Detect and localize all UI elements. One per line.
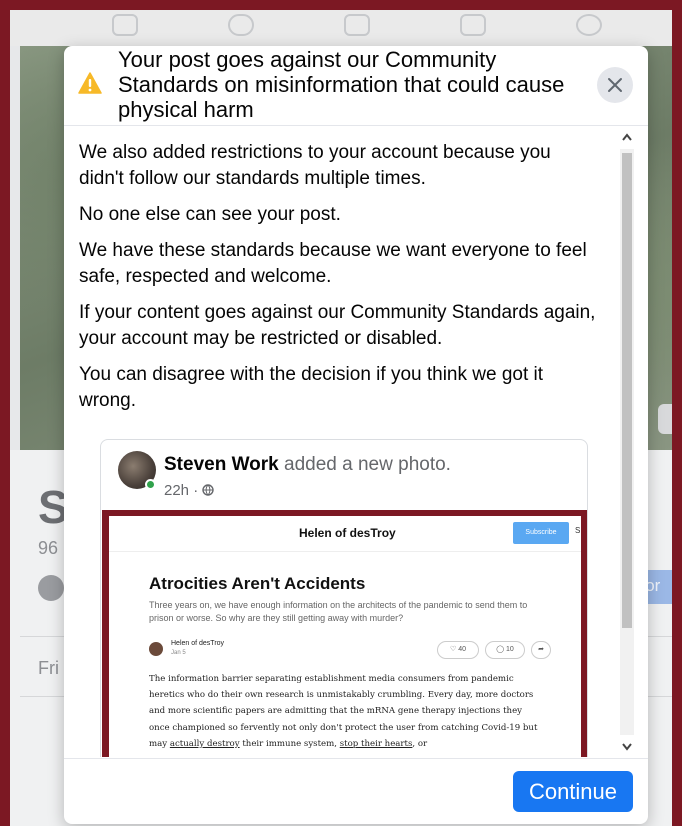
heart-icon: ♡ [449,646,457,653]
article-like-button: ♡ 40 [437,641,479,659]
post-preview: Steven Work added a new photo. 22h · Hel… [100,439,588,757]
page-frame-right [672,0,682,826]
comment-icon: ◯ [496,646,505,653]
article-author-avatar [149,642,163,656]
article-edge-letter: S [575,526,581,535]
friends-icon [228,14,254,36]
article-comment-button: ◯ 10 [485,641,525,659]
close-button[interactable] [597,67,633,103]
friend-avatar [38,575,64,601]
dialog-footer: Continue [64,758,648,824]
dialog-title: Your post goes against our Community Sta… [118,47,565,122]
home-icon [112,14,138,36]
share-icon: ➦ [531,641,551,659]
watch-icon [344,14,370,36]
globe-icon [202,484,215,496]
message-paragraph: If your content goes against our Communi… [79,302,596,349]
article-body: The information barrier separating estab… [149,671,545,752]
dialog-message: We also added restrictions to your accou… [79,140,599,424]
top-navigation [10,10,682,46]
dialog-body[interactable]: We also added restrictions to your accou… [64,127,648,757]
article-body-text: their immune system, [239,738,340,749]
article-link: actually destroy [169,738,240,749]
post-action: added a new photo. [278,454,451,475]
message-paragraph: You can disagree with the decision if yo… [79,364,544,411]
article-date: Jan 5 [171,650,186,656]
warning-icon [78,72,102,94]
marketplace-icon [460,14,486,36]
article-subscribe-button: Subscribe [513,522,569,544]
post-author: Steven Work [164,454,279,475]
article-site-name: Helen of desTroy [299,526,396,540]
article-link: stop their hearts [339,738,413,749]
groups-icon [576,14,602,36]
post-time: 22h · [164,482,203,499]
scrollbar-thumb[interactable] [622,153,632,628]
scroll-up-icon[interactable] [620,129,634,147]
article-body-text: , or [412,738,428,749]
article-subtitle: Three years on, we have enough informati… [149,600,528,623]
article-author: Helen of desTroy [171,640,225,647]
dialog-scrollbar[interactable] [620,127,634,757]
article-comment-count: 10 [506,646,514,653]
article-title: Atrocities Aren't Accidents [149,574,366,593]
close-icon [608,78,622,92]
dialog-header: Your post goes against our Community Sta… [64,46,648,126]
post-photo: Helen of desTroy Subscribe S Atrocities … [102,510,587,757]
message-paragraph: No one else can see your post. [79,204,341,225]
community-standards-dialog: Your post goes against our Community Sta… [64,46,648,824]
post-meta: 22h · [164,482,215,499]
friend-count-partial: 96 [38,538,59,558]
article-topbar: Helen of desTroy Subscribe S [109,516,581,552]
article-like-count: 40 [458,646,467,653]
scroll-down-icon[interactable] [620,737,634,755]
continue-button[interactable]: Continue [513,771,633,812]
post-header: Steven Work added a new photo. [164,454,451,476]
article-body-text: The information barrier separating estab… [149,674,538,749]
message-paragraph: We also added restrictions to your accou… [79,142,551,189]
article-screenshot: Helen of desTroy Subscribe S Atrocities … [109,516,581,757]
tab-friends-partial: Fri [38,658,59,678]
message-paragraph: We have these standards because we want … [79,240,587,287]
online-status-icon [145,479,156,490]
